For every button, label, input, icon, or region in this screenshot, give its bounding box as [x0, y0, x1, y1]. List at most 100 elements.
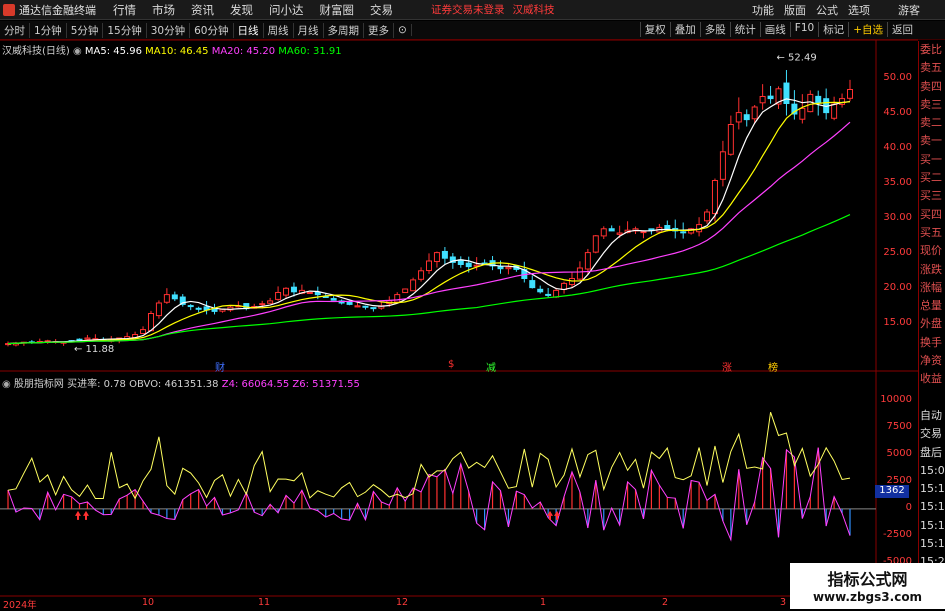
candle-body	[195, 307, 202, 310]
date-tick: 2	[662, 597, 669, 608]
candle-body	[394, 294, 401, 303]
event-tag[interactable]: 榜	[768, 359, 778, 374]
side-panel-row: 买二	[920, 171, 942, 185]
side-panel-row: 15:15	[920, 537, 945, 551]
side-panel-row: 15:06	[920, 463, 945, 477]
high-annotation: ← 52.49	[777, 53, 817, 64]
ma5-line	[7, 98, 851, 345]
indicator-tick: 10000	[880, 393, 912, 405]
candle-body	[704, 211, 711, 222]
price-tick: 50.00	[883, 72, 912, 83]
candle-body	[362, 305, 369, 308]
candle-body	[402, 288, 409, 294]
quote-side-panel: 委比 卖五 卖四 卖三 卖二 卖一 买一 买二 买三 买四 买五 现价 涨跌 涨幅 总量 外盘 换手 净资 收益 自…	[918, 41, 945, 609]
kline-chart[interactable]: ← 52.49 ← 11.88	[0, 0, 945, 609]
date-tick: 10	[142, 597, 155, 608]
candle-body	[847, 89, 853, 99]
price-tick: 45.00	[883, 107, 912, 118]
candle-body	[759, 96, 766, 104]
side-panel-row: 委比	[920, 43, 942, 56]
candle-body	[267, 300, 274, 304]
candle-body	[275, 292, 282, 300]
side-panel-row: 买一	[920, 152, 942, 166]
event-tag[interactable]: 财	[215, 359, 225, 374]
side-panel-row: 换手	[920, 335, 942, 349]
candle-body	[441, 250, 448, 259]
side-panel-row: 外盘	[920, 317, 942, 331]
candle-body	[465, 262, 472, 268]
candle-body	[815, 95, 822, 104]
current-value-box: 1362	[875, 485, 909, 498]
date-tick: 11	[258, 597, 271, 608]
low-annotation: ← 11.88	[74, 344, 114, 355]
candle-body	[187, 305, 194, 308]
price-tick: 25.00	[883, 247, 912, 258]
event-tag[interactable]: $	[448, 359, 454, 370]
watermark-line2: www.zbgs3.com	[812, 590, 923, 604]
candle-body	[283, 287, 290, 296]
candle-body	[600, 228, 607, 237]
side-panel-row: 卖四	[920, 79, 942, 93]
indicator-tick: 5000	[886, 447, 912, 459]
price-tick: 20.00	[883, 282, 912, 293]
candle-body	[418, 270, 425, 280]
buy-arrow-icon	[83, 510, 89, 520]
side-panel-row: 15:11	[920, 500, 945, 514]
side-panel-row: 卖二	[920, 116, 942, 130]
date-tick: 12	[396, 597, 409, 608]
candle-body	[735, 112, 742, 123]
ma10-line	[7, 101, 851, 345]
side-panel-row: 买五	[920, 225, 942, 239]
watermark: 指标公式网 www.zbgs3.com	[790, 563, 945, 609]
candle-body	[370, 307, 377, 310]
candle-body	[171, 294, 178, 300]
event-tag[interactable]: 减	[486, 359, 496, 374]
candle-body	[751, 106, 758, 120]
candle-body	[426, 260, 432, 272]
candle-body	[259, 303, 266, 306]
candle-body	[576, 267, 583, 280]
side-panel-row: 盘后	[920, 445, 942, 459]
indicator-tick: -2500	[882, 528, 912, 540]
side-panel-row: 卖五	[920, 61, 942, 75]
indicator-tick: 7500	[886, 420, 912, 432]
candle-body	[76, 338, 83, 341]
candle-body	[140, 329, 147, 335]
side-panel-row: 买三	[920, 189, 942, 203]
side-panel-row: 卖一	[920, 134, 942, 148]
candle-body	[505, 266, 512, 270]
candle-body	[743, 114, 750, 121]
side-panel-row: 涨跌	[920, 262, 942, 276]
candle-body	[592, 235, 599, 253]
candle-body	[711, 180, 718, 215]
candle-body	[290, 286, 297, 293]
candle-body	[529, 280, 536, 289]
buy-arrow-icon	[554, 510, 560, 520]
side-panel-row: 15:15	[920, 518, 945, 532]
price-tick: 40.00	[883, 142, 912, 153]
price-tick: 15.00	[883, 317, 912, 328]
candle-body	[545, 293, 552, 296]
candle-body	[497, 266, 504, 270]
side-panel-row: 总量	[920, 299, 942, 313]
side-panel-row	[919, 389, 945, 407]
candle-body	[616, 232, 623, 235]
event-tag[interactable]: 涨	[722, 359, 732, 374]
side-panel-row: 现价	[920, 244, 942, 258]
date-tick: 1	[540, 597, 547, 608]
side-panel-row: 15:10	[920, 482, 945, 496]
price-tick: 35.00	[883, 177, 912, 188]
candle-body	[155, 302, 162, 317]
side-panel-row: 自动	[920, 408, 942, 422]
watermark-line1: 指标公式网	[827, 570, 908, 589]
side-panel-row: 买四	[920, 207, 942, 221]
candle-body	[330, 298, 337, 301]
side-panel-row: 涨幅	[920, 280, 942, 294]
side-panel-row: 卖三	[920, 97, 942, 111]
buy-arrow-icon	[75, 510, 81, 520]
candle-body	[767, 95, 774, 100]
candle-body	[433, 252, 440, 263]
candle-body	[163, 294, 170, 303]
candle-body	[680, 231, 687, 234]
candle-body	[537, 288, 544, 293]
